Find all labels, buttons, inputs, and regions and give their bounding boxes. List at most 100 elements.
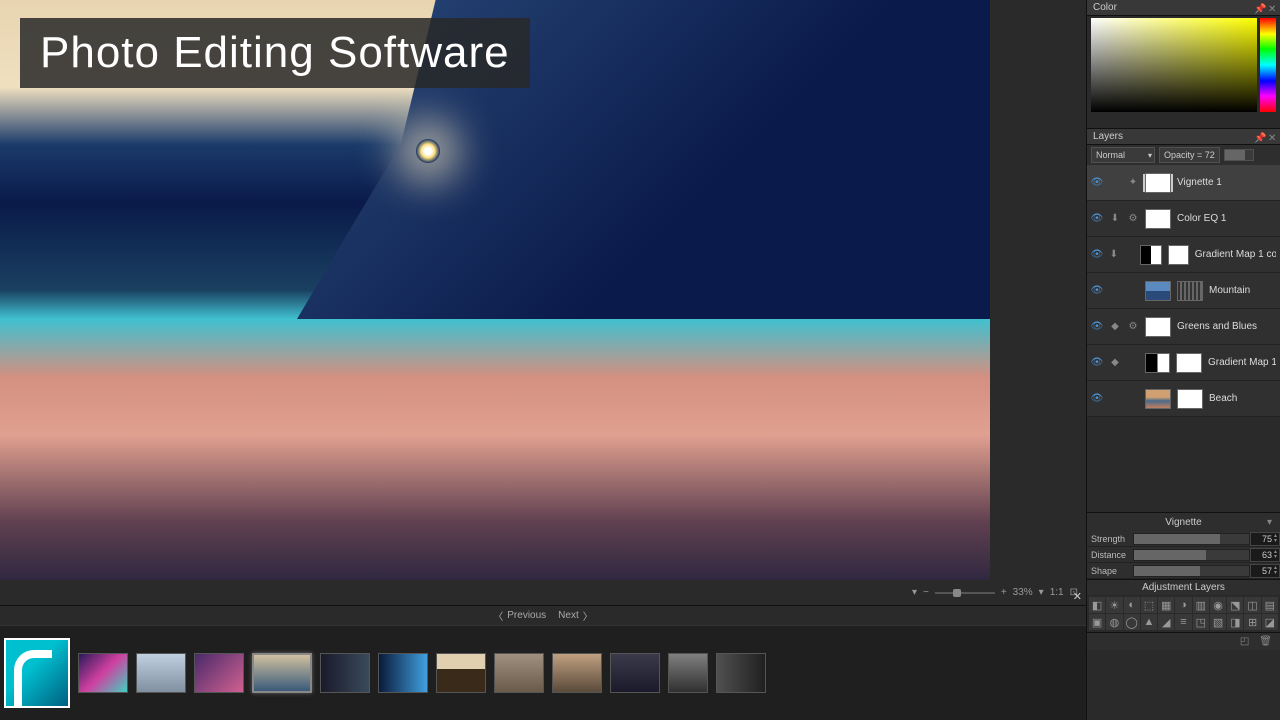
visibility-eye-icon[interactable]: 👁 <box>1091 357 1103 369</box>
layer-row[interactable]: 👁Mountain <box>1087 273 1280 309</box>
layer-mask-thumbnail[interactable] <box>1168 245 1189 265</box>
adjustment-icon[interactable]: ⬚ <box>1141 597 1157 613</box>
layer-clip-icon[interactable]: ◆ <box>1109 357 1121 369</box>
layer-row[interactable]: 👁◆Gradient Map 1 <box>1087 345 1280 381</box>
adjustment-icon[interactable]: ◉ <box>1210 597 1226 613</box>
layer-row[interactable]: 👁⬇⚙Color EQ 1 <box>1087 201 1280 237</box>
layer-thumbnail[interactable] <box>1145 281 1171 301</box>
layer-fx-icon[interactable]: ⚙ <box>1127 321 1139 333</box>
zoom-minus-icon[interactable]: − <box>923 587 929 598</box>
layers-empty-area[interactable] <box>1087 417 1280 512</box>
opacity-input[interactable]: Opacity = 72 <box>1159 147 1220 163</box>
adjustment-icon[interactable]: ▤ <box>1262 597 1278 613</box>
layer-fx-icon[interactable]: ⚙ <box>1127 213 1139 225</box>
next-button[interactable]: Next 〉 <box>558 608 593 623</box>
visibility-eye-icon[interactable]: 👁 <box>1091 321 1103 333</box>
layer-mask-thumbnail[interactable] <box>1177 389 1203 409</box>
layer-fx-icon[interactable]: ✦ <box>1127 177 1139 189</box>
adjustment-icon[interactable]: ◪ <box>1262 614 1278 630</box>
close-icon[interactable]: ✕ <box>1073 590 1082 603</box>
adjustment-icon[interactable]: ◢ <box>1158 614 1174 630</box>
adjustment-header[interactable]: Vignette ▾ <box>1087 513 1280 531</box>
adjustment-icon[interactable]: ⊞ <box>1244 614 1260 630</box>
filmstrip-thumb[interactable] <box>378 653 428 693</box>
zoom-slider[interactable] <box>935 592 995 594</box>
visibility-eye-icon[interactable]: 👁 <box>1091 285 1103 297</box>
zoom-plus-icon[interactable]: + <box>1001 587 1007 598</box>
color-field[interactable] <box>1091 18 1257 112</box>
visibility-eye-icon[interactable]: 👁 <box>1091 393 1103 405</box>
filmstrip-thumb[interactable] <box>552 653 602 693</box>
slider-track[interactable] <box>1133 549 1250 561</box>
adjustment-icon[interactable]: ◑ <box>1175 597 1191 613</box>
filmstrip-thumb[interactable] <box>78 653 128 693</box>
blend-mode-select[interactable]: Normal <box>1091 147 1155 163</box>
layer-fx-icon[interactable] <box>1127 285 1139 297</box>
layer-clip-icon[interactable]: ⬇ <box>1109 249 1119 261</box>
adjustment-icon[interactable]: ◳ <box>1193 614 1209 630</box>
adjustment-icon[interactable]: ▧ <box>1210 614 1226 630</box>
layer-row[interactable]: 👁⬇Gradient Map 1 copy 1 <box>1087 237 1280 273</box>
adjustment-icon[interactable]: ▣ <box>1089 614 1105 630</box>
filmstrip-thumb[interactable] <box>320 653 370 693</box>
adjustment-icon[interactable]: ◧ <box>1089 597 1105 613</box>
visibility-eye-icon[interactable]: 👁 <box>1091 213 1103 225</box>
adjustment-icon[interactable]: ≡ <box>1175 614 1191 630</box>
adjustment-icon[interactable]: ◯ <box>1124 614 1140 630</box>
slider-track[interactable] <box>1133 533 1250 545</box>
layer-thumbnail[interactable] <box>1145 173 1171 193</box>
ratio-label[interactable]: 1:1 <box>1050 587 1064 598</box>
layer-thumbnail[interactable] <box>1145 317 1171 337</box>
adjustment-icon[interactable]: ◫ <box>1244 597 1260 613</box>
trash-icon[interactable]: 🗑 <box>1259 636 1272 647</box>
layer-clip-icon[interactable] <box>1109 393 1121 405</box>
layer-row[interactable]: 👁✦Vignette 1 <box>1087 165 1280 201</box>
filmstrip-thumb[interactable] <box>494 653 544 693</box>
adjustment-icon[interactable]: ▲ <box>1141 614 1157 630</box>
adjustment-icon[interactable]: ▦ <box>1158 597 1174 613</box>
canvas-viewport[interactable]: Photo Editing Software <box>0 0 990 580</box>
close-icon[interactable]: ✕ <box>1268 133 1276 141</box>
layer-clip-icon[interactable]: ◆ <box>1109 321 1121 333</box>
layer-fx-icon[interactable] <box>1127 393 1139 405</box>
adjustment-icon[interactable]: ☀ <box>1106 597 1122 613</box>
zoom-dropdown-icon[interactable]: ▾ <box>1039 587 1044 598</box>
filmstrip-thumb[interactable] <box>136 653 186 693</box>
layer-fx-icon[interactable] <box>1125 249 1135 261</box>
filmstrip-thumb[interactable] <box>252 653 312 693</box>
slider-value[interactable]: 75▴▾ <box>1250 532 1280 546</box>
layer-row[interactable]: 👁Beach <box>1087 381 1280 417</box>
slider-track[interactable] <box>1133 565 1250 577</box>
layer-thumbnail[interactable] <box>1140 245 1161 265</box>
adjustment-icon[interactable]: ▥ <box>1193 597 1209 613</box>
layer-mask-thumbnail[interactable] <box>1176 353 1202 373</box>
filmstrip-thumb[interactable] <box>194 653 244 693</box>
close-icon[interactable]: ✕ <box>1268 4 1276 12</box>
slider-value[interactable]: 57▴▾ <box>1250 564 1280 578</box>
adjustment-icon[interactable]: ◍ <box>1106 614 1122 630</box>
layer-thumbnail[interactable] <box>1145 353 1171 373</box>
adjustment-icon[interactable]: ◨ <box>1227 614 1243 630</box>
slider-value[interactable]: 63▴▾ <box>1250 548 1280 562</box>
adjustment-icon[interactable]: ◐ <box>1124 597 1140 613</box>
visibility-eye-icon[interactable]: 👁 <box>1091 249 1103 261</box>
opacity-slider[interactable] <box>1224 149 1254 161</box>
pin-icon[interactable]: 📌 <box>1254 4 1262 12</box>
filmstrip-thumb[interactable] <box>668 653 708 693</box>
filmstrip-thumb[interactable] <box>610 653 660 693</box>
layer-clip-icon[interactable] <box>1109 177 1121 189</box>
pin-icon[interactable]: 📌 <box>1254 133 1262 141</box>
mask-icon[interactable]: ◰ <box>1240 636 1249 647</box>
layer-fx-icon[interactable] <box>1127 357 1139 369</box>
layer-thumbnail[interactable] <box>1145 209 1171 229</box>
filmstrip-thumb[interactable] <box>716 653 766 693</box>
layer-clip-icon[interactable] <box>1109 285 1121 297</box>
prev-button[interactable]: 〈 Previous <box>493 608 546 623</box>
layer-mask-thumbnail[interactable] <box>1177 281 1203 301</box>
visibility-eye-icon[interactable]: 👁 <box>1091 177 1103 189</box>
layer-clip-icon[interactable]: ⬇ <box>1109 213 1121 225</box>
zoom-out-icon[interactable]: ▾ <box>912 587 917 598</box>
adjustment-icon[interactable]: ⬔ <box>1227 597 1243 613</box>
layer-row[interactable]: 👁◆⚙Greens and Blues <box>1087 309 1280 345</box>
filmstrip-thumb[interactable] <box>436 653 486 693</box>
